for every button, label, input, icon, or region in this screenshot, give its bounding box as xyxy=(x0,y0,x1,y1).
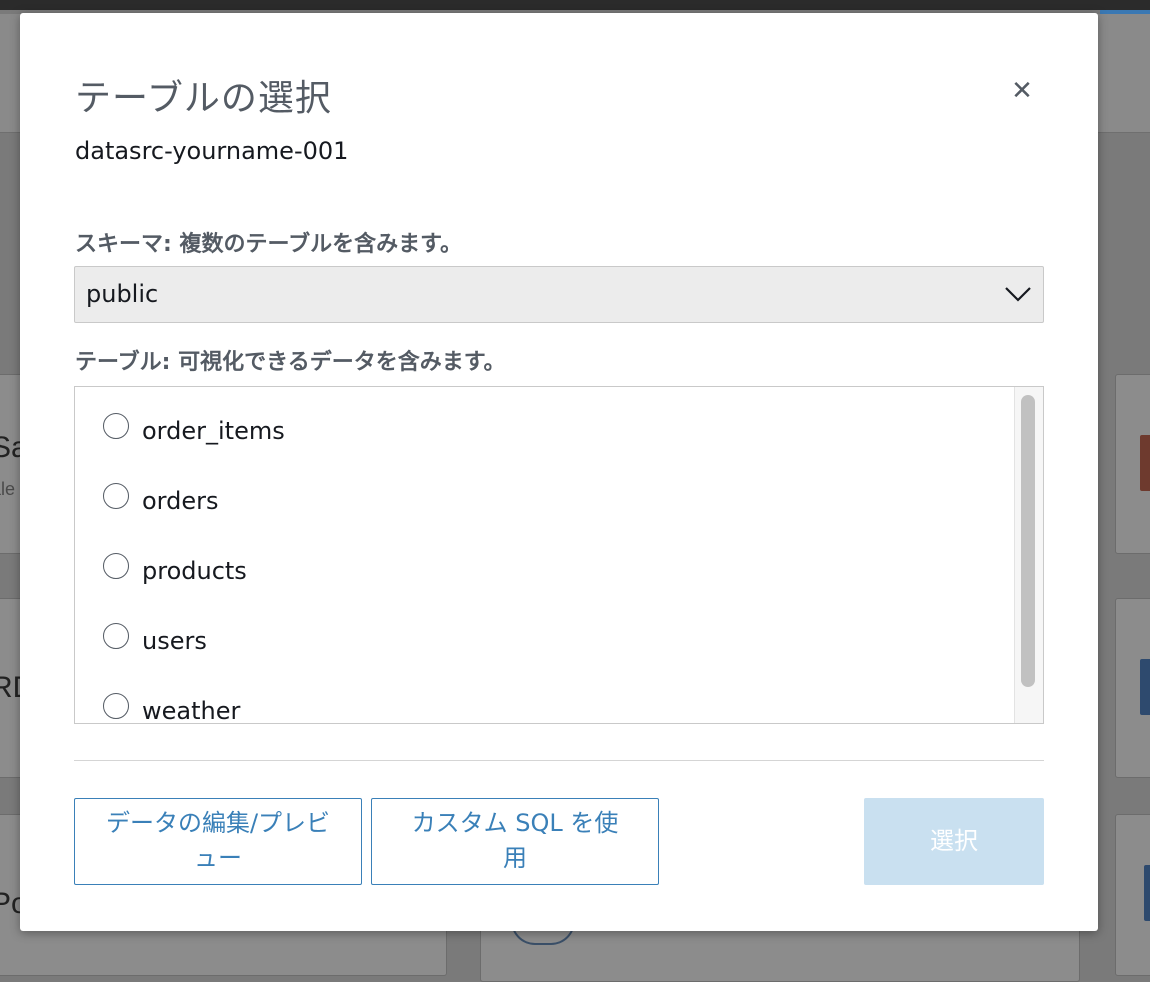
bg-card-right-2 xyxy=(1115,598,1150,778)
schema-label: スキーマ: 複数のテーブルを含みます。 xyxy=(75,232,462,257)
select-button[interactable]: 選択 xyxy=(864,798,1044,885)
footer-divider xyxy=(74,760,1044,761)
radio-button[interactable] xyxy=(103,483,129,509)
bg-card-right-1 xyxy=(1115,374,1150,554)
table-option-order-items[interactable]: order_items xyxy=(103,413,983,449)
table-option-orders[interactable]: orders xyxy=(103,483,983,519)
table-list-scrollbar[interactable] xyxy=(1014,387,1043,723)
radio-button[interactable] xyxy=(103,623,129,649)
table-option-label: weather xyxy=(142,697,241,724)
table-option-label: users xyxy=(142,627,207,655)
bg-card-right-3 xyxy=(1115,814,1150,976)
bg-card-subtitle: ale xyxy=(0,479,16,499)
scrollbar-thumb[interactable] xyxy=(1021,395,1035,687)
dialog-title: テーブルの選択 xyxy=(75,78,332,119)
bg-card-icon xyxy=(1144,865,1150,921)
schema-select[interactable]: public xyxy=(74,266,1044,323)
select-table-dialog: テーブルの選択 ✕ datasrc-yourname-001 スキーマ: 複数の… xyxy=(20,13,1098,931)
table-list[interactable]: order_items orders products users weathe… xyxy=(74,386,1044,724)
radio-button[interactable] xyxy=(103,553,129,579)
chevron-down-icon xyxy=(1005,287,1031,302)
table-option-weather[interactable]: weather xyxy=(103,693,983,724)
table-option-label: products xyxy=(142,557,247,585)
table-option-label: orders xyxy=(142,487,219,515)
close-icon[interactable]: ✕ xyxy=(1004,73,1040,109)
table-option-products[interactable]: products xyxy=(103,553,983,589)
datasource-name: datasrc-yourname-001 xyxy=(75,137,349,165)
table-option-label: order_items xyxy=(142,417,285,445)
radio-button[interactable] xyxy=(103,693,129,719)
use-custom-sql-button[interactable]: カスタム SQL を使用 xyxy=(371,798,659,885)
bg-card-icon xyxy=(1140,435,1150,491)
table-option-users[interactable]: users xyxy=(103,623,983,659)
app-top-bar xyxy=(0,0,1150,10)
radio-button[interactable] xyxy=(103,413,129,439)
schema-select-value: public xyxy=(86,280,159,308)
table-label: テーブル: 可視化できるデータを含みます。 xyxy=(75,350,506,375)
edit-preview-data-button[interactable]: データの編集/プレビュー xyxy=(74,798,362,885)
bg-card-icon xyxy=(1140,659,1150,715)
